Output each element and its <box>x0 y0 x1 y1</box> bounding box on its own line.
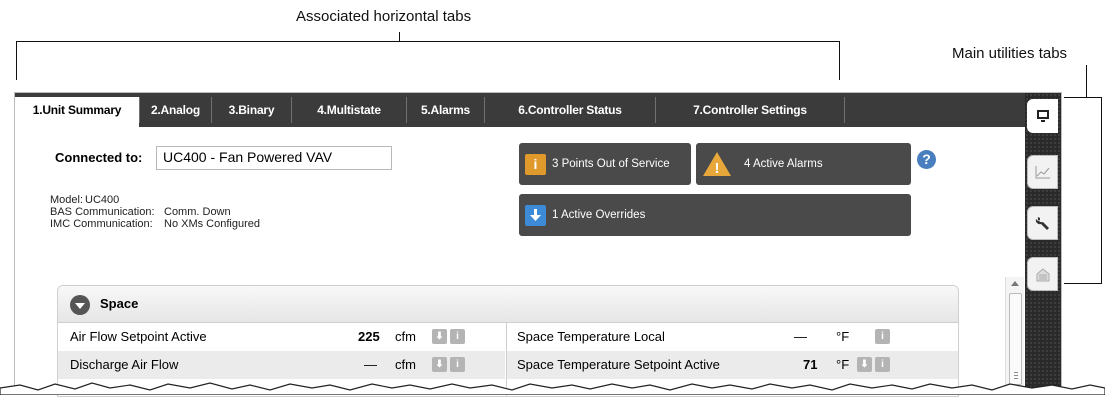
tab-multistate[interactable]: 4.Multistate <box>291 97 406 123</box>
space-section-header: Space <box>58 286 958 323</box>
model-label: Model: <box>50 194 84 206</box>
bracket-right-leg <box>839 41 840 80</box>
override-button[interactable]: ⬇ <box>432 357 447 372</box>
document-stack-icon <box>1036 268 1049 282</box>
monitor-icon <box>1036 110 1049 122</box>
connected-to-label: Connected to: <box>55 150 143 165</box>
scrollbar-thumb[interactable] <box>1009 293 1022 385</box>
vertical-scrollbar[interactable] <box>1005 277 1024 389</box>
utility-tab-tools[interactable] <box>1027 206 1058 240</box>
point-name: Space Temperature Setpoint Active <box>517 357 720 372</box>
point-value: 225 <box>358 329 380 344</box>
override-button[interactable]: ⬇ <box>432 329 447 344</box>
bracket-horizontal-line <box>16 41 840 42</box>
active-overrides-button[interactable]: 1 Active Overrides <box>519 194 911 236</box>
point-unit: cfm <box>395 357 416 372</box>
bas-communication-value: Comm. Down <box>164 206 231 218</box>
table-row: Discharge Air Flow — cfm ⬇ i <box>58 351 505 379</box>
override-down-arrow-icon <box>525 204 546 226</box>
util-bracket-bottom <box>1064 283 1102 284</box>
point-value: — <box>364 357 377 372</box>
point-name: Space Temperature Local <box>517 329 665 344</box>
bracket-left-leg <box>16 41 17 80</box>
info-button[interactable]: i <box>450 329 465 344</box>
imc-communication-value: No XMs Configured <box>164 218 260 230</box>
imc-communication-label: IMC Communication: <box>50 218 153 230</box>
points-out-of-service-label: 3 Points Out of Service <box>552 158 670 170</box>
utility-tab-strip <box>1025 93 1061 389</box>
tab-bar-filler <box>844 97 1025 123</box>
point-value: — <box>794 329 807 344</box>
torn-edge-decoration <box>0 382 1105 395</box>
active-alarms-label: 4 Active Alarms <box>744 158 823 170</box>
table-row: Space Temperature Local — °F i <box>507 323 958 351</box>
model-value: UC400 <box>85 194 120 206</box>
bracket-center-tick <box>399 32 400 42</box>
tab-alarms[interactable]: 5.Alarms <box>406 97 484 123</box>
collapse-toggle-icon[interactable] <box>70 295 90 315</box>
util-bracket-vertical <box>1101 97 1102 283</box>
point-unit: cfm <box>395 329 416 344</box>
tab-analog[interactable]: 2.Analog <box>139 97 211 123</box>
point-unit: °F <box>836 329 850 344</box>
space-section-title: Space <box>100 296 139 311</box>
callout-associated-tabs: Associated horizontal tabs <box>296 8 472 25</box>
help-icon[interactable]: ? <box>917 150 936 169</box>
info-button[interactable]: i <box>875 357 890 372</box>
warning-icon: ! <box>703 152 731 177</box>
bas-communication-label: BAS Communication: <box>50 206 155 218</box>
utility-tab-trends[interactable] <box>1027 155 1058 189</box>
points-out-of-service-button[interactable]: i 3 Points Out of Service <box>519 143 691 185</box>
util-bracket-tick <box>1086 65 1087 97</box>
wrench-icon <box>1035 217 1049 230</box>
trend-chart-icon <box>1035 166 1050 179</box>
point-value: 71 <box>803 357 818 372</box>
tab-controller-status[interactable]: 6.Controller Status <box>484 97 655 123</box>
callout-main-utilities: Main utilities tabs <box>952 45 1068 62</box>
tab-binary[interactable]: 3.Binary <box>211 97 291 123</box>
info-icon: i <box>525 153 546 175</box>
alarm-glyph: ! <box>715 160 720 177</box>
point-name: Discharge Air Flow <box>70 357 179 372</box>
connected-to-field[interactable]: UC400 - Fan Powered VAV <box>156 146 392 170</box>
util-bracket-top <box>1064 97 1102 98</box>
horizontal-tab-bar: 1.Unit Summary 2.Analog 3.Binary 4.Multi… <box>15 93 1025 127</box>
override-button[interactable]: ⬇ <box>857 357 872 372</box>
tab-controller-settings[interactable]: 7.Controller Settings <box>655 97 844 123</box>
point-name: Air Flow Setpoint Active <box>70 329 207 344</box>
table-row: Space Temperature Setpoint Active 71 °F … <box>507 351 958 379</box>
info-button[interactable]: i <box>450 357 465 372</box>
tab-unit-summary[interactable]: 1.Unit Summary <box>15 97 139 127</box>
utility-tab-reports[interactable] <box>1027 257 1058 291</box>
active-alarms-button[interactable]: ! 4 Active Alarms <box>696 143 911 185</box>
scroll-up-arrow-icon[interactable] <box>1011 281 1019 286</box>
info-button[interactable]: i <box>875 329 890 344</box>
utility-tab-monitor[interactable] <box>1027 99 1058 133</box>
point-unit: °F <box>836 357 850 372</box>
active-overrides-label: 1 Active Overrides <box>552 209 646 221</box>
table-row: Air Flow Setpoint Active 225 cfm ⬇ i <box>58 323 505 351</box>
